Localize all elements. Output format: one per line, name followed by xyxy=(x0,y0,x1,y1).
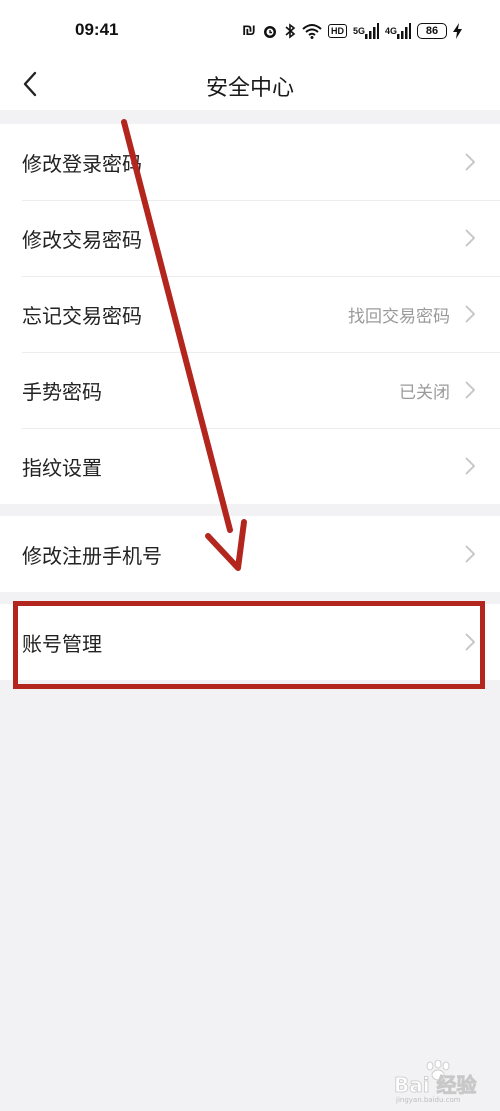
alarm-icon xyxy=(262,21,278,41)
settings-row-change-login-password[interactable]: 修改登录密码 xyxy=(0,124,500,200)
chevron-right-icon xyxy=(465,545,476,563)
hd-badge: HD xyxy=(327,24,347,38)
settings-group-password: 修改登录密码 修改交易密码 忘记交易密码 找回交易密码 手势密码 已关闭 指纹设… xyxy=(0,124,500,504)
status-bar: 09:41 ₪ HD 5G 4G 86 xyxy=(0,0,500,62)
nfc-icon: ₪ xyxy=(241,22,256,39)
charging-icon xyxy=(453,21,462,41)
settings-group-phone: 修改注册手机号 xyxy=(0,516,500,592)
row-value: 已关闭 xyxy=(399,382,450,403)
page-title: 安全中心 xyxy=(205,76,294,101)
row-label: 账号管理 xyxy=(22,631,102,656)
signal-4g-label: 4G xyxy=(384,25,397,36)
row-label: 修改交易密码 xyxy=(22,227,142,252)
row-label: 指纹设置 xyxy=(22,455,102,480)
settings-row-gesture-password[interactable]: 手势密码 已关闭 xyxy=(0,352,500,428)
baidu-jingyan-watermark: Bai 经验 jingyan.baidu.com xyxy=(394,1060,477,1104)
nav-header: 安全中心 xyxy=(0,62,500,110)
chevron-right-icon xyxy=(465,229,476,247)
status-icons: ₪ HD 5G 4G 86 xyxy=(242,20,462,42)
settings-row-forgot-trade-password[interactable]: 忘记交易密码 找回交易密码 xyxy=(0,276,500,352)
row-value: 找回交易密码 xyxy=(348,306,450,327)
status-time: 09:41 xyxy=(75,20,119,39)
chevron-right-icon xyxy=(465,457,476,475)
chevron-right-icon xyxy=(465,381,476,399)
signal-5g-icon: 5G xyxy=(353,21,379,41)
signal-4g-icon: 4G xyxy=(385,21,411,41)
watermark-text: Bai 经验 xyxy=(394,1073,477,1097)
chevron-right-icon xyxy=(465,633,476,651)
settings-row-change-trade-password[interactable]: 修改交易密码 xyxy=(0,200,500,276)
row-label: 忘记交易密码 xyxy=(22,303,142,328)
settings-row-change-phone[interactable]: 修改注册手机号 xyxy=(0,516,500,592)
row-label: 修改登录密码 xyxy=(22,151,142,176)
row-label: 手势密码 xyxy=(22,379,102,404)
row-label: 修改注册手机号 xyxy=(22,543,162,568)
chevron-right-icon xyxy=(465,305,476,323)
wifi-icon xyxy=(302,21,322,41)
watermark-subtext: jingyan.baidu.com xyxy=(395,1096,461,1104)
settings-group-account: 账号管理 xyxy=(0,604,500,680)
settings-row-fingerprint[interactable]: 指纹设置 xyxy=(0,428,500,504)
settings-row-account-management[interactable]: 账号管理 xyxy=(0,604,500,680)
chevron-right-icon xyxy=(465,153,476,171)
bluetooth-icon xyxy=(284,21,296,41)
signal-5g-label: 5G xyxy=(352,25,365,36)
battery-icon: 86 xyxy=(417,23,447,39)
